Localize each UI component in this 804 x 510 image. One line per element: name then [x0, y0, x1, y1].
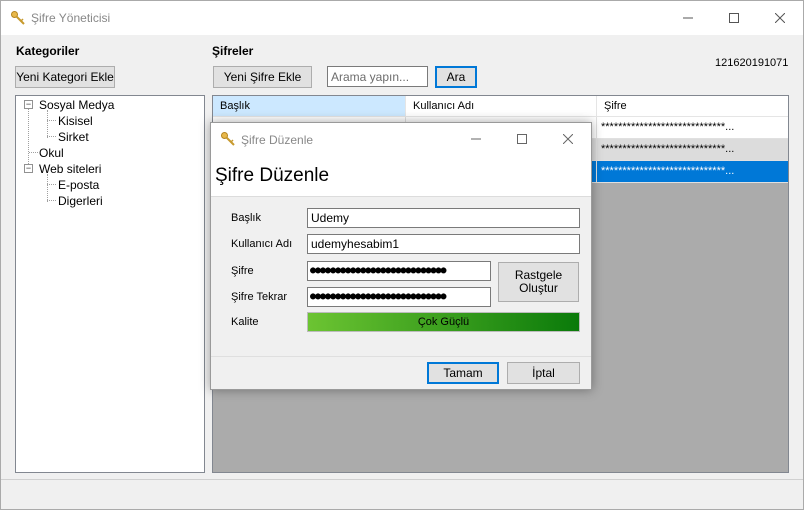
title-bar: Şifre Yöneticisi — [1, 1, 803, 35]
dialog-heading: Şifre Düzenle — [215, 165, 330, 186]
password-strength-text: Çok Güçlü — [417, 316, 470, 328]
title-label: Başlık — [231, 212, 261, 224]
tree-item-sirket[interactable]: Sirket — [58, 130, 89, 144]
username-field[interactable] — [307, 234, 580, 254]
table-row-password[interactable]: *****************************... — [597, 117, 788, 139]
tree-item-e-posta[interactable]: E-posta — [58, 178, 99, 192]
status-bar — [1, 479, 803, 509]
dialog-header: Şifre Düzenle — [211, 155, 591, 197]
dialog-close-button[interactable] — [545, 123, 591, 155]
key-icon — [10, 10, 26, 26]
dialog-footer: Tamam İptal — [211, 356, 591, 389]
counter-text: 121620191071 — [715, 57, 789, 69]
table-row-password[interactable]: *****************************... — [597, 139, 788, 161]
column-header-password[interactable]: Şifre — [597, 96, 788, 117]
cancel-button[interactable]: İptal — [507, 362, 580, 384]
expand-toggle-sosyal-medya[interactable]: − — [24, 100, 33, 109]
title-field[interactable] — [307, 208, 580, 228]
close-icon — [562, 132, 574, 147]
password-field[interactable]: ●●●●●●●●●●●●●●●●●●●●●●●●●●● — [307, 261, 491, 281]
search-button[interactable]: Ara — [435, 66, 477, 88]
tree-item-digerleri[interactable]: Digerleri — [58, 194, 103, 208]
quality-label: Kalite — [231, 316, 259, 328]
tree-item-web-siteleri[interactable]: Web siteleri — [39, 162, 101, 176]
dialog-maximize-button[interactable] — [499, 123, 545, 155]
add-password-button[interactable]: Yeni Şifre Ekle — [213, 66, 312, 88]
key-icon — [220, 131, 236, 147]
search-input[interactable] — [327, 66, 428, 87]
password-repeat-label: Şifre Tekrar — [231, 291, 288, 303]
close-icon — [774, 10, 786, 26]
category-tree[interactable]: − Sosyal Medya Kisisel Sirket Okul − Web… — [15, 95, 205, 473]
categories-heading: Kategoriler — [16, 44, 80, 58]
minimize-icon — [683, 10, 693, 26]
dialog-minimize-button[interactable] — [453, 123, 499, 155]
tree-item-kisisel[interactable]: Kisisel — [58, 114, 93, 128]
generate-random-button[interactable]: Rastgele Oluştur — [498, 262, 579, 302]
username-label: Kullanıcı Adı — [231, 238, 293, 250]
dialog-window-title: Şifre Düzenle — [241, 133, 314, 147]
ok-button[interactable]: Tamam — [427, 362, 499, 384]
password-strength-bar: Çok Güçlü — [307, 312, 580, 332]
tree-item-okul[interactable]: Okul — [39, 146, 64, 160]
minimize-icon — [471, 132, 481, 147]
maximize-icon — [729, 10, 739, 26]
passwords-heading: Şifreler — [212, 44, 254, 58]
dialog-title-bar: Şifre Düzenle — [211, 123, 591, 155]
maximize-button[interactable] — [711, 1, 757, 35]
column-header-title[interactable]: Başlık — [213, 96, 406, 117]
add-category-button[interactable]: Yeni Kategori Ekle — [15, 66, 115, 88]
password-label: Şifre — [231, 265, 254, 277]
edit-password-dialog: Şifre Düzenle Şifre Düzenle Başlık Kulla… — [210, 122, 592, 390]
expand-toggle-web-siteleri[interactable]: − — [24, 164, 33, 173]
tree-item-sosyal-medya[interactable]: Sosyal Medya — [39, 98, 114, 112]
minimize-button[interactable] — [665, 1, 711, 35]
table-row-password[interactable]: *****************************... — [597, 161, 788, 183]
password-repeat-field[interactable]: ●●●●●●●●●●●●●●●●●●●●●●●●●●● — [307, 287, 491, 307]
maximize-icon — [517, 132, 527, 147]
window-title: Şifre Yöneticisi — [31, 11, 111, 25]
column-header-username[interactable]: Kullanıcı Adı — [406, 96, 597, 117]
close-button[interactable] — [757, 1, 803, 35]
